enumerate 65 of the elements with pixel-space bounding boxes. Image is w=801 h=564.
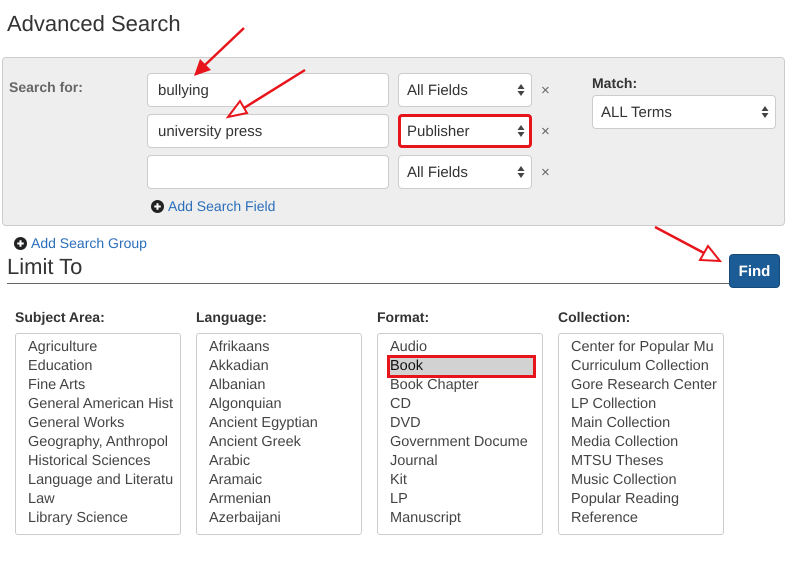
facet-option[interactable]: Library Science	[27, 509, 129, 528]
field-select[interactable]: Publisher	[398, 114, 532, 148]
facet-option[interactable]: Gore Research Center	[570, 376, 718, 395]
field-select[interactable]: All Fields	[398, 73, 532, 107]
facet-option[interactable]: MTSU Theses	[570, 452, 664, 471]
add-search-group-link[interactable]: Add Search Group	[31, 235, 147, 251]
facet-label: Collection:	[558, 309, 632, 327]
facet-option[interactable]: LP Collection	[570, 395, 658, 414]
facet-option[interactable]: General Works	[27, 414, 126, 433]
facet-label: Language:	[196, 309, 268, 327]
plus-circle-icon	[151, 200, 164, 212]
facet-option[interactable]: Manuscript	[389, 509, 462, 528]
facet-option[interactable]: Language and Literatu	[27, 471, 174, 490]
facet-option[interactable]: Ancient Greek	[208, 433, 302, 452]
facet-option[interactable]: Government Docume	[389, 433, 529, 452]
facet-option[interactable]: Arabic	[208, 452, 252, 471]
facet-option[interactable]: Albanian	[208, 376, 266, 395]
page-title: Advanced Search	[6, 10, 182, 38]
facet-option[interactable]: Akkadian	[208, 357, 270, 376]
facet-option[interactable]: Geography, Anthropol	[27, 433, 169, 452]
facet-option[interactable]: Education	[27, 357, 94, 376]
field-select[interactable]: All Fields	[398, 155, 532, 189]
select-caret-icon	[517, 165, 525, 179]
find-button[interactable]: Find	[729, 254, 780, 288]
facet-option[interactable]: Law	[27, 490, 56, 509]
facet-label: Subject Area:	[15, 309, 106, 327]
facet-option[interactable]: Music Collection	[570, 471, 678, 490]
remove-field-button[interactable]: ×	[541, 122, 550, 140]
remove-field-button[interactable]: ×	[541, 82, 550, 98]
match-label: Match:	[592, 75, 638, 93]
facet-option[interactable]: LP	[389, 490, 409, 509]
facet-option[interactable]: Media Collection	[570, 433, 680, 452]
facet-option[interactable]: Historical Sciences	[27, 452, 152, 471]
facet-option[interactable]: General American Hist	[27, 395, 174, 414]
facet-option[interactable]: Book Chapter	[389, 376, 480, 395]
facet-option[interactable]: Audio	[389, 338, 428, 357]
select-caret-icon	[517, 124, 525, 138]
search-field[interactable]	[147, 155, 389, 189]
plus-circle-icon	[14, 236, 27, 250]
select-caret-icon	[517, 83, 525, 97]
facet-option[interactable]: Center for Popular Mu	[570, 338, 715, 357]
facet-option[interactable]: Main Collection	[570, 414, 672, 433]
facet-option[interactable]: Popular Reading	[570, 490, 680, 509]
facet-option[interactable]: Armenian	[208, 490, 272, 509]
facet-option[interactable]: Algonquian	[208, 395, 283, 414]
facet-option[interactable]: Book	[389, 357, 534, 376]
facet-option[interactable]: DVD	[389, 414, 422, 433]
select-caret-icon	[761, 105, 769, 119]
facet-option[interactable]: CD	[389, 395, 412, 414]
facet-option[interactable]: Curriculum Collection	[570, 357, 710, 376]
facet-option[interactable]: Journal	[389, 452, 439, 471]
add-search-field-link[interactable]: Add Search Field	[168, 198, 276, 214]
search-for-label: Search for:	[9, 78, 84, 97]
annotation-arrow	[654, 226, 722, 262]
match-select[interactable]: ALL Terms	[592, 95, 776, 129]
facet-option[interactable]: Ancient Egyptian	[208, 414, 319, 433]
facet-option[interactable]: Fine Arts	[27, 376, 86, 395]
facet-option[interactable]: Reference	[570, 509, 639, 528]
facet-label: Format:	[377, 309, 430, 327]
facet-option[interactable]: Agriculture	[27, 338, 98, 357]
remove-field-button[interactable]: ×	[541, 164, 550, 180]
facet-option[interactable]: Azerbaijani	[208, 509, 282, 528]
facet-option[interactable]: Kit	[389, 471, 408, 490]
facet-option[interactable]: Afrikaans	[208, 338, 270, 357]
facet-option[interactable]: Aramaic	[208, 471, 264, 490]
